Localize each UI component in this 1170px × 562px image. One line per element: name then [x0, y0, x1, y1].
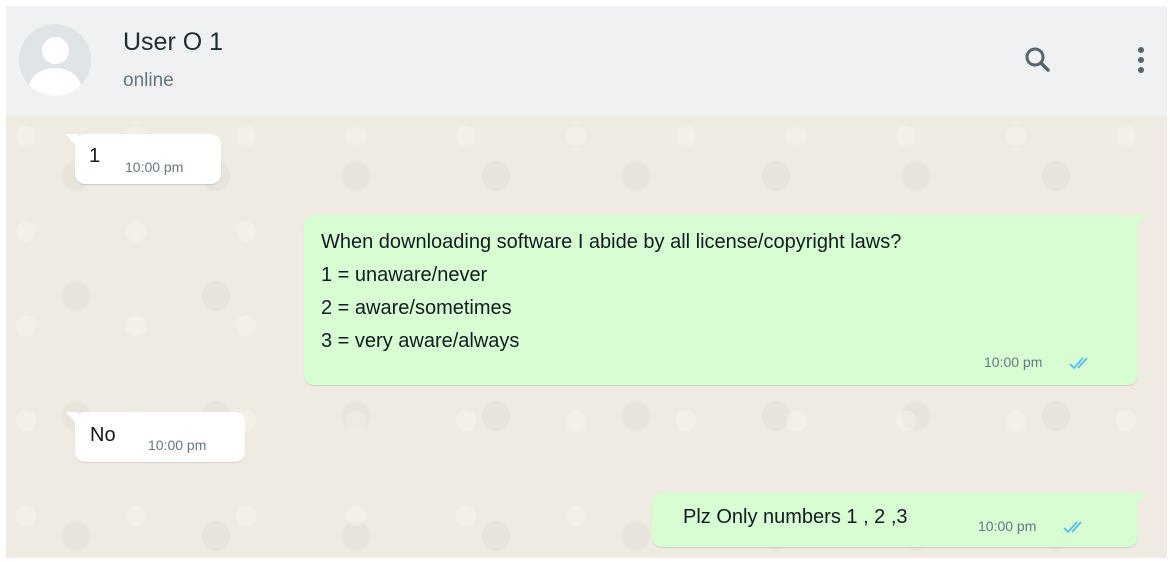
avatar-icon[interactable] [19, 24, 91, 96]
avatar-body [29, 68, 81, 96]
message-outgoing[interactable]: Plz Only numbers 1 , 2 ,3 10:00 pm [652, 493, 1147, 547]
message-line: When downloading software I abide by all… [321, 231, 902, 253]
bubble-tail [66, 134, 78, 148]
message-line: 1 = unaware/never [321, 264, 488, 286]
more-options-icon[interactable] [1121, 40, 1161, 80]
message-list[interactable]: 1 10:00 pm When downloading software I a… [6, 116, 1167, 558]
message-time: 10:00 pm [978, 518, 1037, 534]
chat-window: User O 1 online 1 10:00 pm When download… [6, 6, 1167, 558]
message-text: Plz Only numbers 1 , 2 ,3 [683, 506, 908, 528]
read-ticks-icon [1062, 519, 1090, 540]
message-time: 10:00 pm [125, 159, 184, 175]
message-incoming[interactable]: 1 10:00 pm [66, 134, 221, 184]
chat-header: User O 1 online [6, 6, 1167, 116]
avatar-head [42, 37, 69, 64]
message-outgoing[interactable]: When downloading software I abide by all… [304, 215, 1147, 385]
read-ticks-icon [1068, 355, 1096, 376]
message-line: 3 = very aware/always [321, 330, 520, 352]
search-icon[interactable] [1018, 40, 1058, 80]
message-line: 2 = aware/sometimes [321, 297, 512, 319]
message-text: 1 [89, 145, 101, 167]
message-time: 10:00 pm [984, 354, 1043, 370]
message-text: No [90, 424, 116, 446]
bubble-tail [1135, 215, 1147, 229]
contact-name[interactable]: User O 1 [123, 28, 223, 57]
bubble-tail [1135, 493, 1147, 507]
bubble-tail [66, 412, 78, 426]
message-incoming[interactable]: No 10:00 pm [66, 412, 245, 462]
message-time: 10:00 pm [148, 437, 207, 453]
contact-status: online [123, 70, 174, 91]
